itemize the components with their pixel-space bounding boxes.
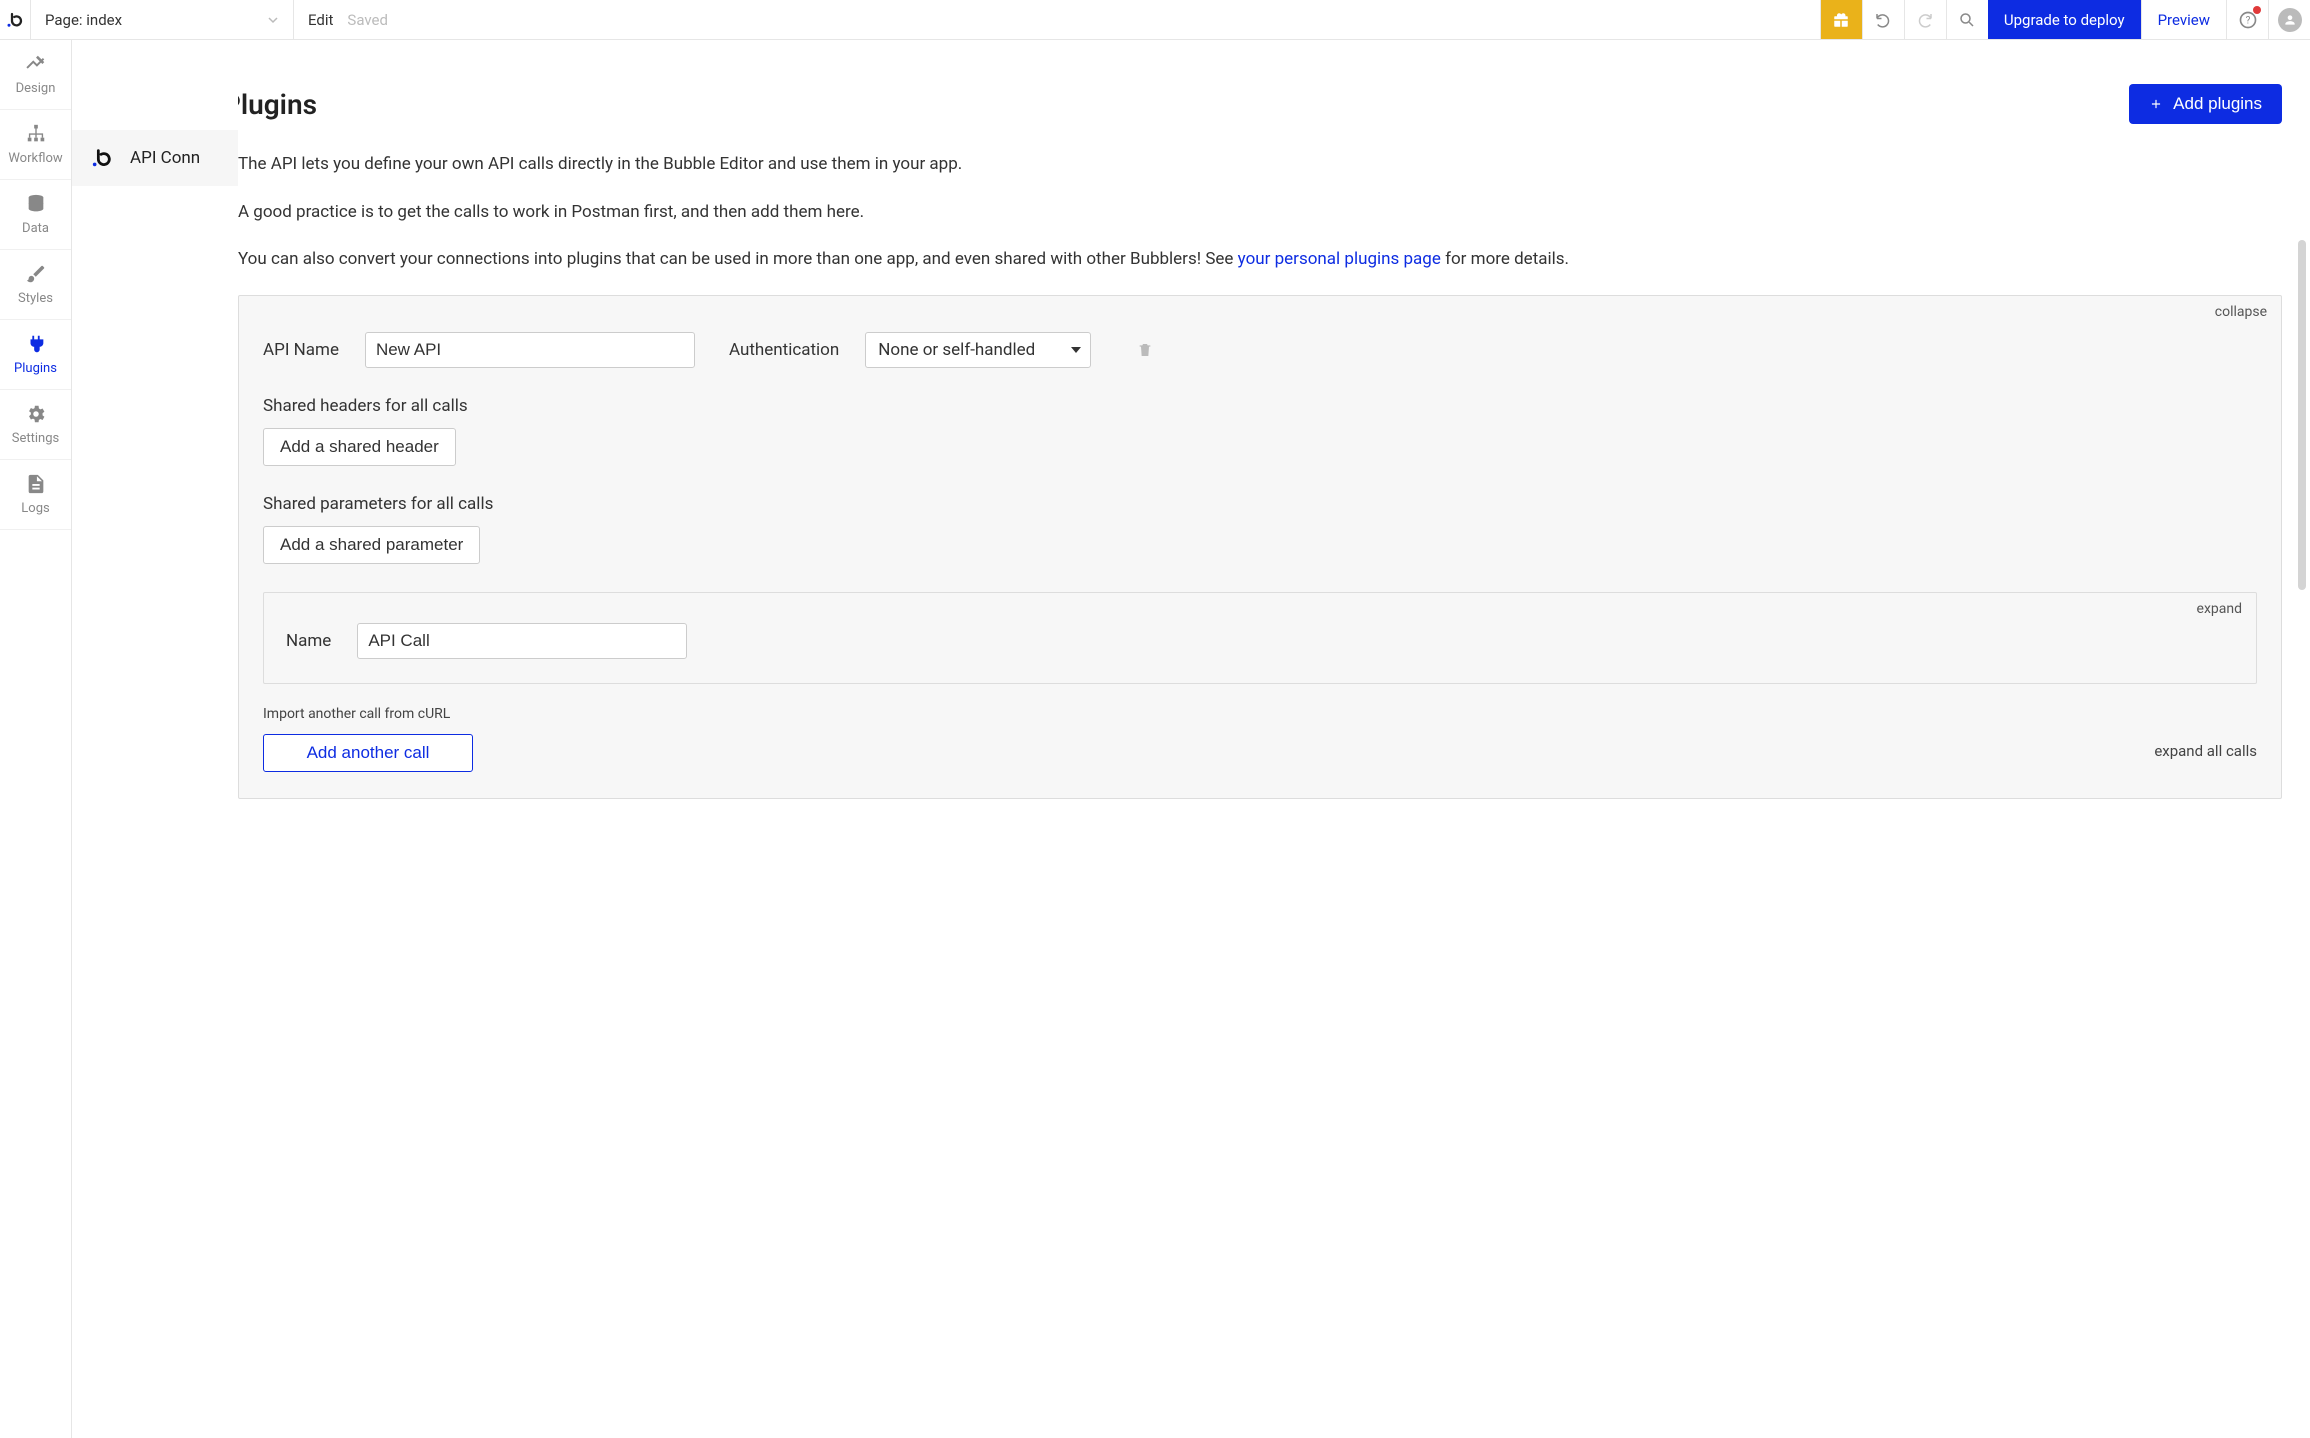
- call-name-label: Name: [286, 631, 331, 651]
- trash-icon: [1137, 341, 1153, 359]
- notification-dot: [2253, 6, 2261, 14]
- search-button[interactable]: [1946, 0, 1988, 39]
- content-header: Installed Plugins Add plugins: [238, 60, 2282, 152]
- page-dropdown-label: Page: index: [45, 11, 122, 29]
- help-button[interactable]: ?: [2226, 0, 2268, 39]
- redo-button[interactable]: [1904, 0, 1946, 39]
- redo-icon: [1916, 11, 1934, 29]
- saved-label: Saved: [347, 11, 388, 29]
- auth-select[interactable]: None or self-handled: [865, 332, 1091, 368]
- api-name-row: API Name Authentication None or self-han…: [263, 332, 2257, 368]
- plugins-icon: [25, 333, 47, 355]
- topbar-right: Upgrade to deploy Preview ?: [1820, 0, 2310, 39]
- sidebar-label: Plugins: [14, 361, 57, 376]
- undo-button[interactable]: [1862, 0, 1904, 39]
- sidebar-item-design[interactable]: Design: [0, 40, 71, 110]
- chevron-down-icon: [267, 14, 279, 26]
- bubble-logo-icon: [6, 11, 24, 29]
- personal-plugins-link[interactable]: your personal plugins page: [1238, 249, 1441, 269]
- add-shared-param-button[interactable]: Add a shared parameter: [263, 526, 480, 564]
- sidebar-label: Settings: [12, 431, 59, 446]
- settings-icon: [25, 403, 47, 425]
- styles-icon: [25, 263, 47, 285]
- add-plugins-button[interactable]: Add plugins: [2129, 84, 2282, 124]
- sidebar-label: Logs: [21, 501, 49, 516]
- content: Installed Plugins Add plugins The API le…: [238, 40, 2310, 1438]
- plus-icon: [2149, 97, 2163, 111]
- expand-link[interactable]: expand: [2197, 601, 2242, 617]
- sidebar-label: Workflow: [8, 151, 62, 166]
- page-dropdown[interactable]: Page: index: [31, 0, 294, 39]
- undo-icon: [1874, 11, 1892, 29]
- sidebar-item-logs[interactable]: Logs: [0, 460, 71, 530]
- plugin-list: API Conn: [72, 40, 238, 1438]
- bottom-row: Add another call expand all calls: [263, 730, 2257, 772]
- expand-all-calls-link[interactable]: expand all calls: [2154, 742, 2257, 760]
- logs-icon: [25, 473, 47, 495]
- delete-api-button[interactable]: [1137, 341, 1153, 359]
- data-icon: [25, 193, 47, 215]
- shared-headers-label: Shared headers for all calls: [263, 396, 2257, 416]
- search-icon: [1958, 11, 1976, 29]
- import-curl-label: Import another call from cURL: [263, 706, 2257, 722]
- api-call-box: expand Name: [263, 592, 2257, 684]
- sidebar-item-styles[interactable]: Styles: [0, 250, 71, 320]
- plugin-list-item[interactable]: API Conn: [72, 130, 238, 186]
- auth-select-value: None or self-handled: [865, 332, 1091, 368]
- gift-icon: [1832, 11, 1850, 29]
- sidebar-item-data[interactable]: Data: [0, 180, 71, 250]
- scrollbar[interactable]: [2298, 240, 2306, 590]
- account-button[interactable]: [2268, 0, 2310, 39]
- api-name-input[interactable]: [365, 332, 695, 368]
- auth-label: Authentication: [729, 340, 839, 360]
- svg-text:?: ?: [2245, 15, 2250, 26]
- gift-button[interactable]: [1820, 0, 1862, 39]
- topbar: Page: index Edit Saved Upgrade to deploy…: [0, 0, 2310, 40]
- sidebar: Design Workflow Data Styles Plugins: [0, 40, 72, 1438]
- call-name-row: Name: [286, 623, 2234, 659]
- intro-p2: A good practice is to get the calls to w…: [238, 200, 2282, 226]
- call-name-input[interactable]: [357, 623, 687, 659]
- preview-label: Preview: [2158, 11, 2210, 29]
- plugin-name: API Conn: [130, 148, 200, 168]
- sidebar-label: Data: [22, 221, 49, 236]
- edit-saved-area: Edit Saved: [294, 11, 402, 29]
- page-title: Installed Plugins: [238, 88, 317, 121]
- api-name-label: API Name: [263, 340, 339, 360]
- workflow-icon: [25, 123, 47, 145]
- upgrade-label: Upgrade to deploy: [2004, 11, 2125, 29]
- topbar-left: Page: index Edit Saved: [0, 0, 402, 39]
- sidebar-label: Design: [16, 81, 56, 96]
- sidebar-item-plugins[interactable]: Plugins: [0, 320, 71, 390]
- intro-text: The API lets you define your own API cal…: [238, 152, 2282, 273]
- api-definition-box: collapse API Name Authentication None or…: [238, 295, 2282, 799]
- logo[interactable]: [0, 0, 31, 39]
- intro-p3: You can also convert your connections in…: [238, 247, 2282, 273]
- design-icon: [25, 53, 47, 75]
- sidebar-item-workflow[interactable]: Workflow: [0, 110, 71, 180]
- preview-button[interactable]: Preview: [2141, 0, 2226, 39]
- edit-label[interactable]: Edit: [308, 11, 333, 29]
- add-plugins-label: Add plugins: [2173, 94, 2262, 114]
- add-another-call-button[interactable]: Add another call: [263, 734, 473, 772]
- add-shared-header-button[interactable]: Add a shared header: [263, 428, 456, 466]
- main: API Conn Installed Plugins Add plugins T…: [72, 40, 2310, 1438]
- collapse-link[interactable]: collapse: [2215, 304, 2267, 320]
- shared-params-label: Shared parameters for all calls: [263, 494, 2257, 514]
- layout: Design Workflow Data Styles Plugins: [0, 40, 2310, 1438]
- sidebar-label: Styles: [18, 291, 53, 306]
- bubble-logo-icon: [90, 146, 114, 170]
- sidebar-item-settings[interactable]: Settings: [0, 390, 71, 460]
- intro-p1: The API lets you define your own API cal…: [238, 152, 2282, 178]
- avatar-icon: [2278, 8, 2302, 32]
- upgrade-button[interactable]: Upgrade to deploy: [1988, 0, 2141, 39]
